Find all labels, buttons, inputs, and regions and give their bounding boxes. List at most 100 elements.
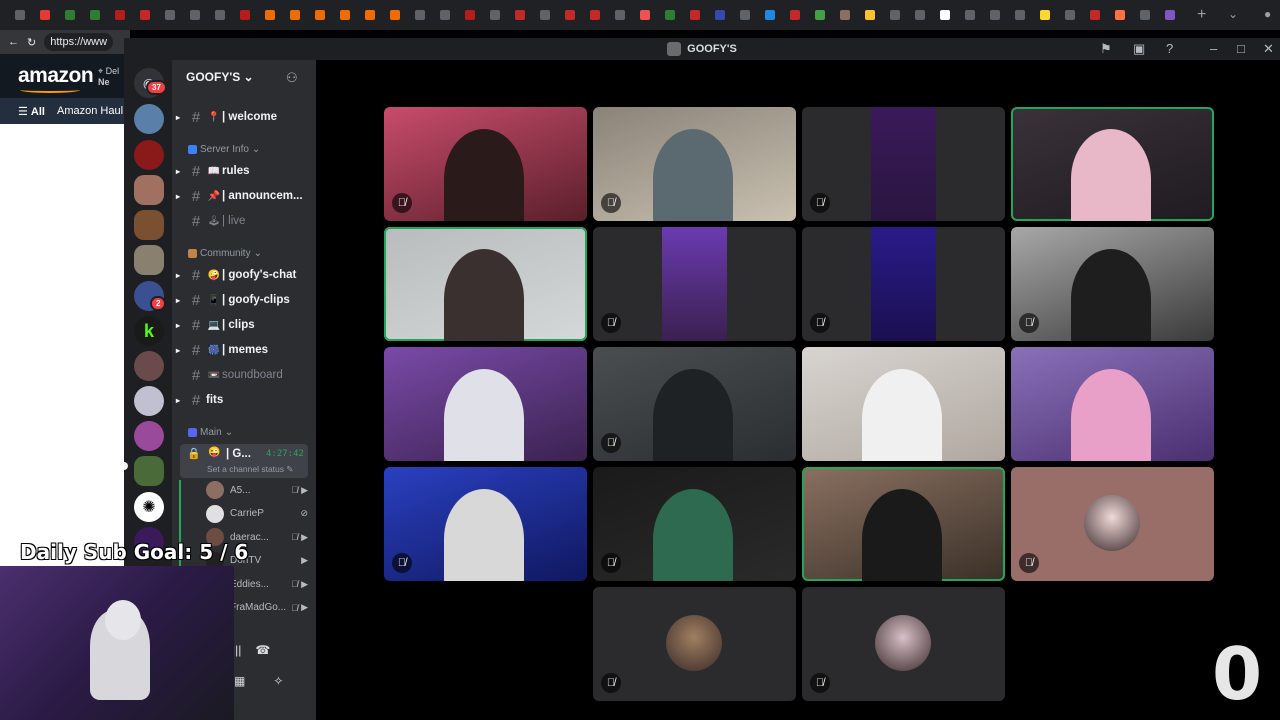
browser-tab[interactable] bbox=[233, 4, 256, 26]
video-tile[interactable]: 🎙̸ bbox=[1011, 467, 1214, 581]
browser-tab[interactable] bbox=[483, 4, 506, 26]
amazon-deliver-to[interactable]: ⌖ Del Ne bbox=[98, 66, 119, 88]
browser-tab[interactable] bbox=[83, 4, 106, 26]
video-tile[interactable] bbox=[802, 347, 1005, 461]
disconnect-icon[interactable]: ☎ bbox=[255, 643, 270, 657]
activities-icon[interactable]: ▦ bbox=[234, 674, 245, 688]
amazon-logo[interactable]: amazon bbox=[18, 64, 94, 88]
browser-tab[interactable] bbox=[983, 4, 1006, 26]
server-name-header[interactable]: GOOFY'S ⌄ bbox=[186, 70, 254, 84]
browser-tab[interactable] bbox=[133, 4, 156, 26]
browser-tab[interactable] bbox=[208, 4, 231, 26]
minimize-icon[interactable]: – bbox=[1210, 41, 1217, 56]
video-tile[interactable] bbox=[384, 347, 587, 461]
voice-user-row[interactable]: CarrieP ⊘ bbox=[206, 504, 308, 524]
browser-tab[interactable] bbox=[1108, 4, 1131, 26]
browser-tab[interactable] bbox=[1133, 4, 1156, 26]
video-tile[interactable]: 🎙̸ bbox=[593, 347, 796, 461]
channel-goofys-chat[interactable]: ▸ # 🤪 | goofy's-chat bbox=[176, 264, 310, 286]
channel-rules[interactable]: ▸ # 📖 rules bbox=[176, 160, 310, 182]
browser-tab[interactable] bbox=[583, 4, 606, 26]
amazon-menu-all[interactable]: ☰ All bbox=[18, 105, 45, 118]
help-icon[interactable]: ? bbox=[1166, 41, 1173, 56]
video-tile[interactable]: 🎙̸ bbox=[802, 587, 1005, 701]
browser-tab[interactable] bbox=[783, 4, 806, 26]
browser-tab[interactable] bbox=[408, 4, 431, 26]
channel-goofy-clips[interactable]: ▸ # 📱 | goofy-clips bbox=[176, 289, 310, 311]
browser-tab[interactable] bbox=[708, 4, 731, 26]
server-icon-4[interactable] bbox=[134, 210, 164, 240]
category-server-info[interactable]: Server Info ⌄ bbox=[188, 144, 260, 155]
maximize-icon[interactable]: □ bbox=[1237, 41, 1245, 56]
video-tile[interactable]: 🎙̸ bbox=[1011, 227, 1214, 341]
screen-icon[interactable]: ▣ bbox=[1133, 41, 1145, 57]
channel-welcome[interactable]: ▸ # 📍 | welcome bbox=[176, 106, 310, 128]
browser-tab[interactable] bbox=[833, 4, 856, 26]
server-icon-10[interactable] bbox=[134, 421, 164, 451]
browser-tab[interactable] bbox=[558, 4, 581, 26]
browser-tab[interactable] bbox=[1058, 4, 1081, 26]
voice-user-row[interactable]: A5... 🎙̸ ▶ bbox=[206, 480, 308, 500]
server-icon-goofys[interactable] bbox=[134, 456, 164, 486]
browser-tab[interactable] bbox=[458, 4, 481, 26]
browser-tab[interactable] bbox=[8, 4, 31, 26]
browser-tab[interactable] bbox=[1158, 4, 1181, 26]
video-tile[interactable]: 🎙̸ bbox=[593, 467, 796, 581]
browser-tab[interactable] bbox=[933, 4, 956, 26]
browser-tab[interactable] bbox=[258, 4, 281, 26]
browser-tab[interactable] bbox=[433, 4, 456, 26]
browser-tab[interactable] bbox=[883, 4, 906, 26]
channel-soundboard[interactable]: # 📼 soundboard bbox=[176, 364, 310, 386]
invite-people-icon[interactable]: ⚇ bbox=[286, 70, 298, 86]
browser-tab[interactable] bbox=[158, 4, 181, 26]
browser-tab[interactable] bbox=[908, 4, 931, 26]
category-main[interactable]: Main ⌄ bbox=[188, 427, 233, 438]
url-field[interactable]: https://www bbox=[44, 33, 114, 51]
openai-server-icon[interactable]: ✺ bbox=[134, 492, 164, 522]
video-tile[interactable] bbox=[1011, 107, 1214, 221]
channel-memes[interactable]: ▸ # 🎆 | memes bbox=[176, 339, 310, 361]
video-tile[interactable]: 🎙̸ bbox=[802, 107, 1005, 221]
set-channel-status[interactable]: Set a channel status ✎ bbox=[207, 464, 294, 475]
video-tile[interactable] bbox=[1011, 347, 1214, 461]
video-tile[interactable] bbox=[384, 227, 587, 341]
reload-icon[interactable]: ↻ bbox=[27, 36, 36, 49]
browser-tab[interactable] bbox=[33, 4, 56, 26]
browser-tab[interactable] bbox=[683, 4, 706, 26]
browser-tab[interactable] bbox=[858, 4, 881, 26]
video-tile[interactable]: 🎙̸ bbox=[593, 587, 796, 701]
browser-tab[interactable] bbox=[1033, 4, 1056, 26]
browser-tab[interactable] bbox=[608, 4, 631, 26]
browser-tab[interactable] bbox=[283, 4, 306, 26]
browser-tab[interactable] bbox=[383, 4, 406, 26]
browser-tab[interactable] bbox=[183, 4, 206, 26]
browser-tab[interactable] bbox=[1083, 4, 1106, 26]
server-icon-3[interactable] bbox=[134, 175, 164, 205]
video-tile[interactable] bbox=[802, 467, 1005, 581]
browser-tab[interactable] bbox=[733, 4, 756, 26]
soundboard-icon[interactable]: ✧ bbox=[273, 674, 283, 688]
channel-live[interactable]: # 🕹 | live bbox=[176, 210, 310, 232]
browser-tab[interactable] bbox=[658, 4, 681, 26]
kick-server-icon[interactable]: k bbox=[134, 316, 164, 346]
channel-announcements[interactable]: ▸ # 📌 | announcem... bbox=[176, 185, 310, 207]
browser-tab[interactable] bbox=[758, 4, 781, 26]
browser-tab[interactable] bbox=[633, 4, 656, 26]
back-icon[interactable]: ← bbox=[8, 36, 19, 48]
browser-tab[interactable] bbox=[358, 4, 381, 26]
flag-icon[interactable]: ⚑ bbox=[1100, 41, 1112, 57]
channel-clips[interactable]: ▸ # 💻 | clips bbox=[176, 314, 310, 336]
server-icon-5[interactable] bbox=[134, 245, 164, 275]
video-tile[interactable]: 🎙̸ bbox=[593, 227, 796, 341]
new-tab-button[interactable]: + bbox=[1197, 6, 1206, 24]
chevron-down-icon[interactable]: ⌄ bbox=[1228, 7, 1238, 21]
account-icon[interactable]: ● bbox=[1264, 7, 1271, 21]
browser-tab[interactable] bbox=[958, 4, 981, 26]
video-tile[interactable]: 🎙̸ bbox=[593, 107, 796, 221]
server-icon-2[interactable] bbox=[134, 140, 164, 170]
server-icon-8[interactable] bbox=[134, 351, 164, 381]
video-tile[interactable]: 🎙̸ bbox=[384, 107, 587, 221]
browser-tab[interactable] bbox=[58, 4, 81, 26]
channel-fits[interactable]: ▸ # fits bbox=[176, 389, 310, 411]
amazon-haul-link[interactable]: Amazon Haul bbox=[57, 105, 123, 117]
